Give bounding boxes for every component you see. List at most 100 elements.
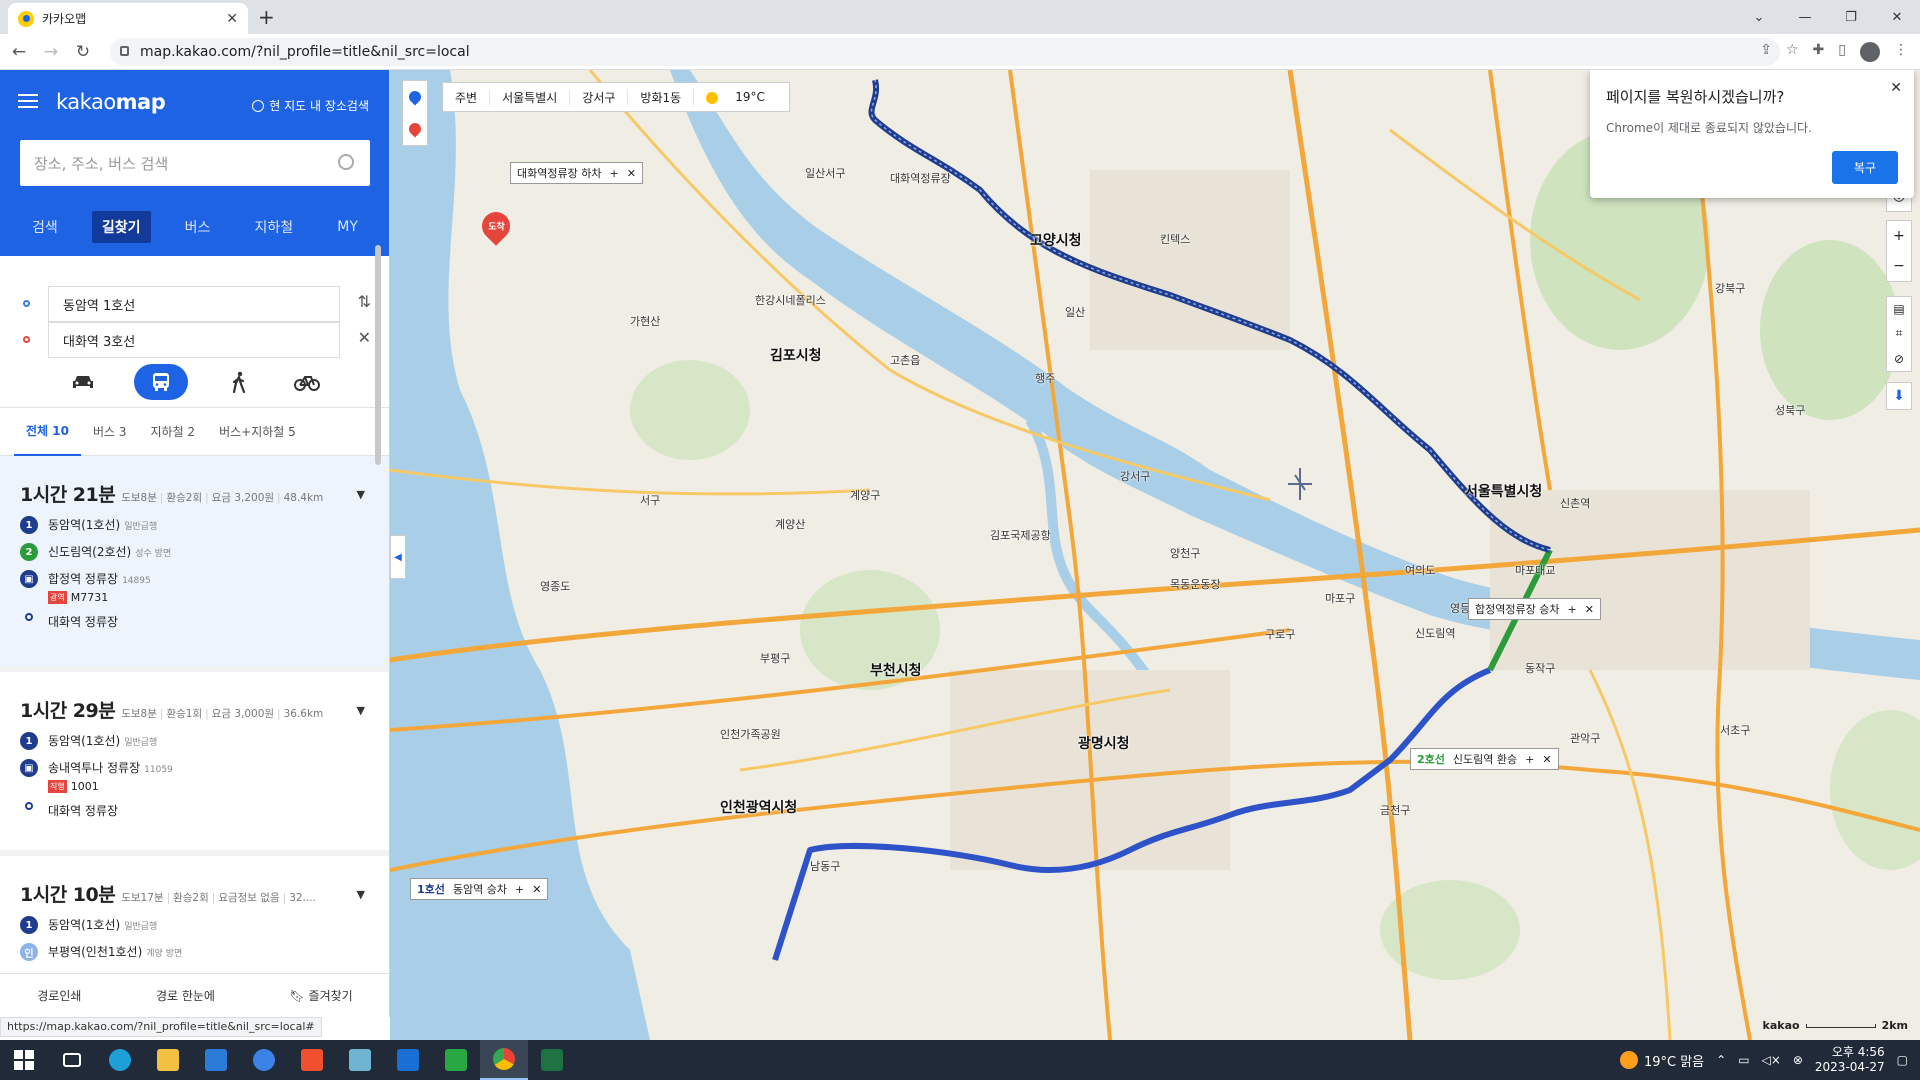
taskbar-notes[interactable] — [336, 1040, 384, 1080]
share-icon[interactable]: ⇪ — [1760, 42, 1772, 62]
map-place-label[interactable]: 금천구 — [1380, 802, 1410, 818]
map-place-label[interactable]: 고촌읍 — [890, 352, 920, 368]
taskbar-clock[interactable]: 오후 4:56 2023-04-27 — [1815, 1045, 1885, 1075]
taskbar-chrome[interactable] — [480, 1040, 528, 1080]
nearby-button[interactable]: 주변 — [443, 88, 491, 106]
map-place-label[interactable]: 여의도 — [1405, 562, 1435, 578]
breadcrumb-dong[interactable]: 방화1동 — [628, 88, 695, 106]
menu-kebab-icon[interactable]: ⋮ — [1894, 42, 1908, 62]
map-place-label[interactable]: 서구 — [640, 492, 660, 508]
collapse-sidebar-button[interactable]: ◀ — [390, 535, 406, 579]
map-place-label[interactable]: 남동구 — [810, 858, 840, 874]
add-icon[interactable]: + — [1525, 753, 1534, 766]
tab-search-icon[interactable]: ⌄ — [1736, 0, 1782, 34]
map-place-label[interactable]: 강서구 — [1120, 468, 1150, 484]
add-icon[interactable]: + — [1567, 603, 1576, 616]
map-place-label[interactable]: 동작구 — [1525, 660, 1555, 676]
swap-icon[interactable]: ⇅ — [358, 292, 371, 311]
filter-all[interactable]: 전체 10 — [14, 408, 81, 456]
radius-tool-icon[interactable]: ⊘ — [1894, 352, 1904, 366]
hamburger-menu-icon[interactable] — [18, 94, 38, 108]
destination-field[interactable]: 대화역 3호선 — [48, 322, 340, 358]
ime-icon[interactable]: ⊗ — [1793, 1053, 1803, 1067]
expand-chevron-icon[interactable]: ▼ — [357, 704, 365, 717]
map-place-label[interactable]: 고양시청 — [1030, 230, 1082, 250]
close-icon[interactable]: ✕ — [627, 167, 636, 180]
start-pin-tool-icon[interactable] — [406, 88, 424, 106]
close-icon[interactable]: ✕ — [1585, 603, 1594, 616]
area-tool-icon[interactable]: ⌗ — [1896, 326, 1903, 341]
map-canvas[interactable]: ◀ 주변 서울특별시 강서구 방화1동 19°C 고양시청 김포시청 부천시청 광명시… — [390, 70, 1920, 1040]
map-place-label[interactable]: 신촌역 — [1560, 495, 1590, 511]
route-item[interactable]: 1시간 21분 도보8분 | 환승2회 | 요금 3,200원 | 48.4km ▼ 1 동… — [0, 456, 389, 672]
taskbar-edge[interactable] — [96, 1040, 144, 1080]
map-place-label[interactable]: 행주 — [1035, 370, 1055, 386]
map-place-label[interactable]: 마포대교 — [1515, 562, 1555, 578]
map-place-label[interactable]: 광명시청 — [1078, 733, 1130, 753]
route-item[interactable]: 1시간 29분 도보8분 | 환승1회 | 요금 3,000원 | 36.6km ▼ 1 동… — [0, 672, 389, 856]
extensions-icon[interactable]: ✚ — [1813, 42, 1825, 62]
end-pin-tool-icon[interactable] — [406, 120, 424, 138]
profile-avatar[interactable] — [1860, 42, 1880, 62]
taskbar-weather[interactable]: 19°C 맑음 — [1619, 1051, 1704, 1070]
map-place-label[interactable]: 인천가족공원 — [720, 726, 781, 742]
distance-tool-icon[interactable]: ▤ — [1893, 302, 1904, 316]
restore-button[interactable]: 복구 — [1831, 151, 1898, 184]
tab-directions[interactable]: 길찾기 — [91, 211, 151, 243]
map-place-label[interactable]: 일산서구 — [805, 165, 845, 181]
tab-search[interactable]: 검색 — [22, 211, 68, 243]
taskbar-app-blue[interactable] — [240, 1040, 288, 1080]
print-route-button[interactable]: 경로인쇄 — [37, 987, 81, 1004]
map-place-label[interactable]: 부천시청 — [870, 660, 922, 680]
taskbar-store[interactable] — [192, 1040, 240, 1080]
map-place-label[interactable]: 계양산 — [775, 516, 805, 532]
map-place-label[interactable]: 서울특별시청 — [1465, 481, 1542, 501]
network-icon[interactable]: ▭ — [1738, 1053, 1749, 1067]
taskbar-excel[interactable] — [528, 1040, 576, 1080]
map-place-label[interactable]: 김포국제공항 — [990, 527, 1051, 543]
start-button[interactable] — [0, 1040, 48, 1080]
clear-icon[interactable]: ✕ — [358, 328, 371, 347]
volume-icon[interactable]: ◁× — [1762, 1053, 1781, 1067]
map-place-label[interactable]: 성북구 — [1775, 402, 1805, 418]
add-icon[interactable]: + — [609, 167, 618, 180]
map-place-label[interactable]: 영종도 — [540, 578, 570, 594]
zoom-out-icon[interactable]: − — [1893, 258, 1905, 274]
forward-icon[interactable]: → — [38, 42, 64, 62]
taskbar-brave[interactable] — [288, 1040, 336, 1080]
lock-icon[interactable] — [120, 46, 129, 56]
map-place-label[interactable]: 한강시네폴리스 — [755, 292, 826, 308]
roadview-pin-icon[interactable]: ⬇ — [1893, 388, 1905, 404]
maximize-button[interactable]: ❐ — [1828, 0, 1874, 34]
search-input[interactable]: 장소, 주소, 버스 검색 — [20, 140, 370, 186]
favorite-button[interactable]: 🔖︎ 즐겨찾기 — [289, 987, 352, 1004]
route-overview-button[interactable]: 경로 한눈에 — [156, 987, 215, 1004]
taskbar-explorer[interactable] — [144, 1040, 192, 1080]
tab-subway[interactable]: 지하철 — [245, 211, 304, 243]
map-place-label[interactable]: 서초구 — [1720, 722, 1750, 738]
expand-chevron-icon[interactable]: ▼ — [357, 488, 365, 501]
walk-mode-icon[interactable] — [222, 365, 256, 399]
expand-chevron-icon[interactable]: ▼ — [357, 888, 365, 901]
map-place-label[interactable]: 관악구 — [1570, 730, 1600, 746]
minimize-button[interactable]: — — [1782, 0, 1828, 34]
breadcrumb-city[interactable]: 서울특별시 — [490, 88, 571, 106]
zoom-in-icon[interactable]: + — [1893, 228, 1905, 244]
taskbar-app-s[interactable] — [384, 1040, 432, 1080]
breadcrumb-district[interactable]: 강서구 — [570, 88, 629, 106]
origin-field[interactable]: 동암역 1호선 — [48, 286, 340, 322]
search-icon[interactable] — [338, 154, 354, 170]
bookmark-star-icon[interactable]: ☆ — [1786, 42, 1799, 62]
map-place-label[interactable]: 가현산 — [630, 313, 660, 329]
close-icon[interactable]: ✕ — [532, 883, 541, 896]
map-place-label[interactable]: 구로구 — [1265, 626, 1295, 642]
filter-bus[interactable]: 버스 3 — [81, 408, 139, 456]
close-window-button[interactable]: ✕ — [1874, 0, 1920, 34]
map-place-label[interactable]: 대화역정류장 — [890, 170, 951, 186]
new-tab-button[interactable]: + — [258, 5, 275, 29]
map-place-label[interactable]: 부평구 — [760, 650, 790, 666]
close-icon[interactable]: ✕ — [1542, 753, 1551, 766]
in-map-search-toggle[interactable]: 현 지도 내 장소검색 — [252, 97, 369, 114]
map-place-label[interactable]: 강북구 — [1715, 280, 1745, 296]
map-place-label[interactable]: 김포시청 — [770, 345, 822, 365]
